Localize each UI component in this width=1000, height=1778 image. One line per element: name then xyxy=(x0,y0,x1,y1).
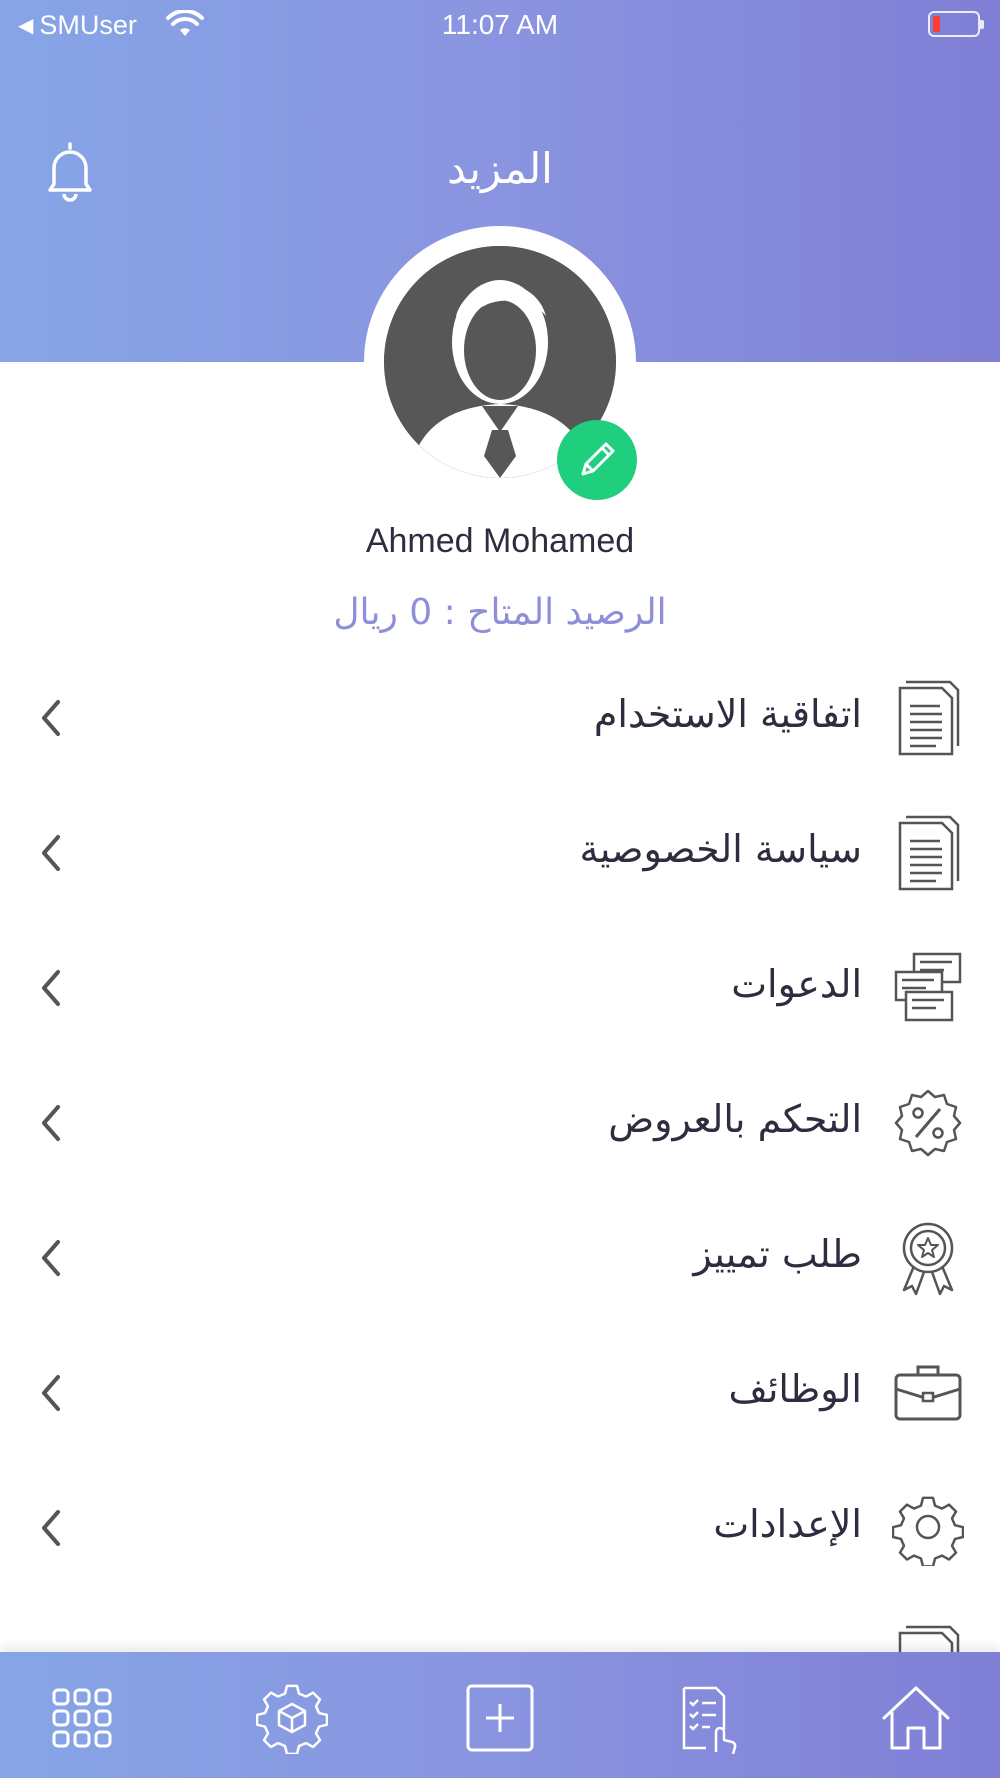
menu-item-settings[interactable]: الإعدادات xyxy=(0,1460,1000,1595)
invitations-icon xyxy=(894,952,962,1022)
document-icon xyxy=(898,815,960,891)
chevron-left-icon xyxy=(42,1375,60,1411)
percent-badge-icon xyxy=(894,1089,962,1157)
pencil-icon xyxy=(581,442,615,476)
menu-item-label: اتفاقية الاستخدام xyxy=(593,692,862,736)
menu-item-label: طلب تمييز xyxy=(693,1232,862,1276)
chevron-left-icon xyxy=(42,1510,60,1546)
menu-item-privacy[interactable]: سياسة الخصوصية xyxy=(0,785,1000,920)
chevron-left-icon xyxy=(42,1105,60,1141)
chevron-left-icon xyxy=(42,1240,60,1276)
chevron-left-icon xyxy=(42,835,60,871)
battery-level xyxy=(933,16,940,32)
chevron-left-icon xyxy=(42,700,60,736)
status-bar: ◀ SMUser 11:07 AM xyxy=(0,0,1000,50)
clock: 11:07 AM xyxy=(441,9,559,40)
edit-profile-button[interactable] xyxy=(557,420,637,500)
battery-icon xyxy=(928,11,984,37)
tab-bar xyxy=(0,1652,1000,1778)
document-icon xyxy=(898,680,960,756)
grid-icon[interactable] xyxy=(46,1682,118,1754)
chevron-left-icon xyxy=(42,970,60,1006)
menu-item-invitations[interactable]: الدعوات xyxy=(0,920,1000,1055)
document-icon xyxy=(898,1625,960,1652)
home-icon[interactable] xyxy=(880,1682,952,1754)
page-title: المزيد xyxy=(447,144,553,193)
checklist-hand-icon[interactable] xyxy=(672,1682,744,1754)
menu-item-jobs[interactable]: الوظائف xyxy=(0,1325,1000,1460)
gear-icon xyxy=(892,1496,964,1566)
user-name: Ahmed Mohamed xyxy=(365,522,635,560)
menu-item-partial[interactable] xyxy=(0,1595,1000,1652)
menu-item-label: الدعوات xyxy=(731,962,862,1006)
add-square-icon[interactable] xyxy=(464,1682,536,1754)
menu-item-label: التحكم بالعروض xyxy=(608,1097,862,1141)
menu-item-label: الإعدادات xyxy=(713,1502,862,1546)
menu-item-offers-control[interactable]: التحكم بالعروض xyxy=(0,1055,1000,1190)
briefcase-icon xyxy=(894,1365,962,1421)
menu-item-terms[interactable]: اتفاقية الاستخدام xyxy=(0,650,1000,785)
menu-item-label: سياسة الخصوصية xyxy=(579,827,862,871)
gear-box-icon[interactable] xyxy=(256,1682,328,1754)
menu-item-label: الوظائف xyxy=(728,1367,862,1411)
menu-item-featured-request[interactable]: طلب تمييز xyxy=(0,1190,1000,1325)
award-ribbon-icon xyxy=(902,1222,954,1296)
balance-text: الرصيد المتاح : 0 ريال xyxy=(333,592,667,633)
